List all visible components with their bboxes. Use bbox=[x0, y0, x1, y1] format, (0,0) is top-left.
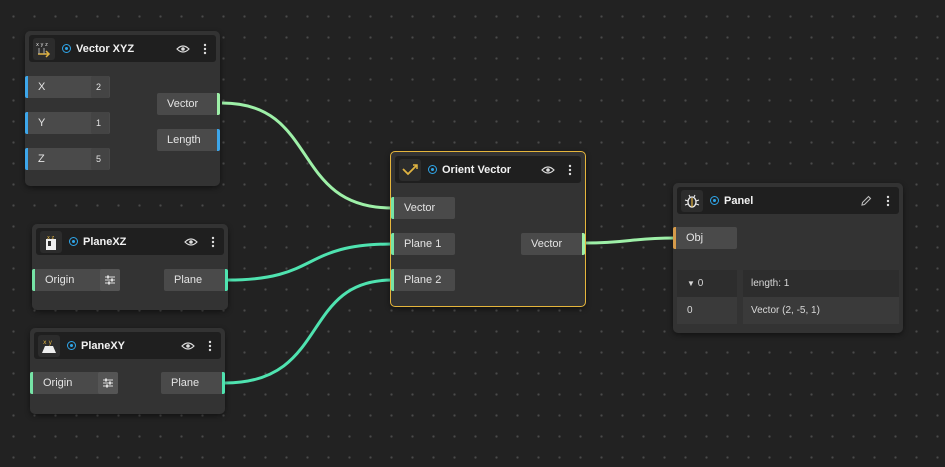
plane-xz-node[interactable]: x z PlaneXZ Origin Plane bbox=[32, 224, 228, 310]
list-index: 0 bbox=[697, 278, 704, 289]
vector-xyz-icon: x y z bbox=[33, 37, 55, 60]
more-vertical-icon[interactable] bbox=[202, 231, 224, 253]
eye-icon[interactable] bbox=[537, 159, 559, 181]
output-port-plane[interactable]: Plane bbox=[161, 372, 225, 394]
more-vertical-icon[interactable] bbox=[199, 335, 221, 357]
live-dot-icon[interactable] bbox=[67, 341, 76, 350]
list-value: Vector (2, -5, 1) bbox=[743, 297, 899, 324]
svg-text:x y z: x y z bbox=[36, 42, 48, 48]
node-title: Vector XYZ bbox=[76, 42, 135, 55]
panel-node[interactable]: Panel Obj ▼ 0 length: 1 0 Vector (2, -5,… bbox=[673, 183, 903, 333]
plane-xz-icon: x z bbox=[40, 230, 62, 253]
eye-icon[interactable] bbox=[172, 38, 194, 60]
node-title: Orient Vector bbox=[442, 163, 512, 176]
value-field-y[interactable]: 1 bbox=[91, 112, 109, 134]
value-field-z[interactable]: 5 bbox=[91, 148, 109, 170]
list-index: 0 bbox=[677, 297, 737, 324]
panel-list-header-row[interactable]: ▼ 0 length: 1 bbox=[677, 270, 899, 297]
node-title: PlaneXY bbox=[81, 339, 126, 352]
live-dot-icon[interactable] bbox=[69, 237, 78, 246]
orient-vector-icon bbox=[399, 158, 421, 181]
wire-vector-to-orient[interactable] bbox=[221, 101, 393, 210]
node-title: PlaneXZ bbox=[83, 235, 127, 248]
list-value: length: 1 bbox=[743, 270, 899, 297]
sliders-icon[interactable] bbox=[98, 372, 118, 394]
live-dot-icon[interactable] bbox=[710, 196, 719, 205]
plane-xy-node[interactable]: x y PlaneXY Origin Plane bbox=[30, 328, 225, 414]
value-field-x[interactable]: 2 bbox=[91, 76, 109, 98]
live-dot-icon[interactable] bbox=[62, 44, 71, 53]
output-port-vector[interactable]: Vector bbox=[157, 93, 220, 115]
orient-vector-node[interactable]: Orient Vector Vector Plane 1 Plane 2 Vec… bbox=[390, 151, 586, 307]
sliders-icon[interactable] bbox=[100, 269, 120, 291]
plane-xy-icon: x y bbox=[38, 334, 60, 357]
output-port-length[interactable]: Length bbox=[157, 129, 220, 151]
node-header[interactable]: Panel bbox=[677, 187, 899, 214]
wire-orient-to-panel[interactable] bbox=[584, 236, 676, 245]
wire-planexz-to-orient[interactable] bbox=[227, 242, 393, 282]
node-title: Panel bbox=[724, 194, 754, 207]
panel-list-row: 0 Vector (2, -5, 1) bbox=[677, 297, 899, 324]
vector-xyz-node[interactable]: x y z Vector XYZ X 2 Y 1 Z 5 Vector Leng… bbox=[25, 31, 220, 186]
output-port-plane[interactable]: Plane bbox=[164, 269, 228, 291]
more-vertical-icon[interactable] bbox=[194, 38, 216, 60]
eye-icon[interactable] bbox=[177, 335, 199, 357]
input-port-obj[interactable]: Obj bbox=[673, 227, 737, 249]
output-port-vector[interactable]: Vector bbox=[521, 233, 585, 255]
list-index-cell[interactable]: ▼ 0 bbox=[677, 270, 737, 297]
wire-planexy-to-orient[interactable] bbox=[224, 278, 393, 385]
eye-icon[interactable] bbox=[180, 231, 202, 253]
node-header[interactable]: x z PlaneXZ bbox=[36, 228, 224, 255]
input-port-vector[interactable]: Vector bbox=[391, 197, 455, 219]
input-port-plane-1[interactable]: Plane 1 bbox=[391, 233, 455, 255]
live-dot-icon[interactable] bbox=[428, 165, 437, 174]
bug-icon bbox=[681, 189, 703, 212]
caret-down-icon[interactable]: ▼ bbox=[687, 279, 695, 288]
svg-text:x y: x y bbox=[43, 339, 52, 346]
node-header[interactable]: x y PlaneXY bbox=[34, 332, 221, 359]
more-vertical-icon[interactable] bbox=[877, 190, 899, 212]
input-port-plane-2[interactable]: Plane 2 bbox=[391, 269, 455, 291]
node-header[interactable]: Orient Vector bbox=[395, 156, 581, 183]
pencil-icon[interactable] bbox=[855, 190, 877, 212]
node-header[interactable]: x y z Vector XYZ bbox=[29, 35, 216, 62]
more-vertical-icon[interactable] bbox=[559, 159, 581, 181]
